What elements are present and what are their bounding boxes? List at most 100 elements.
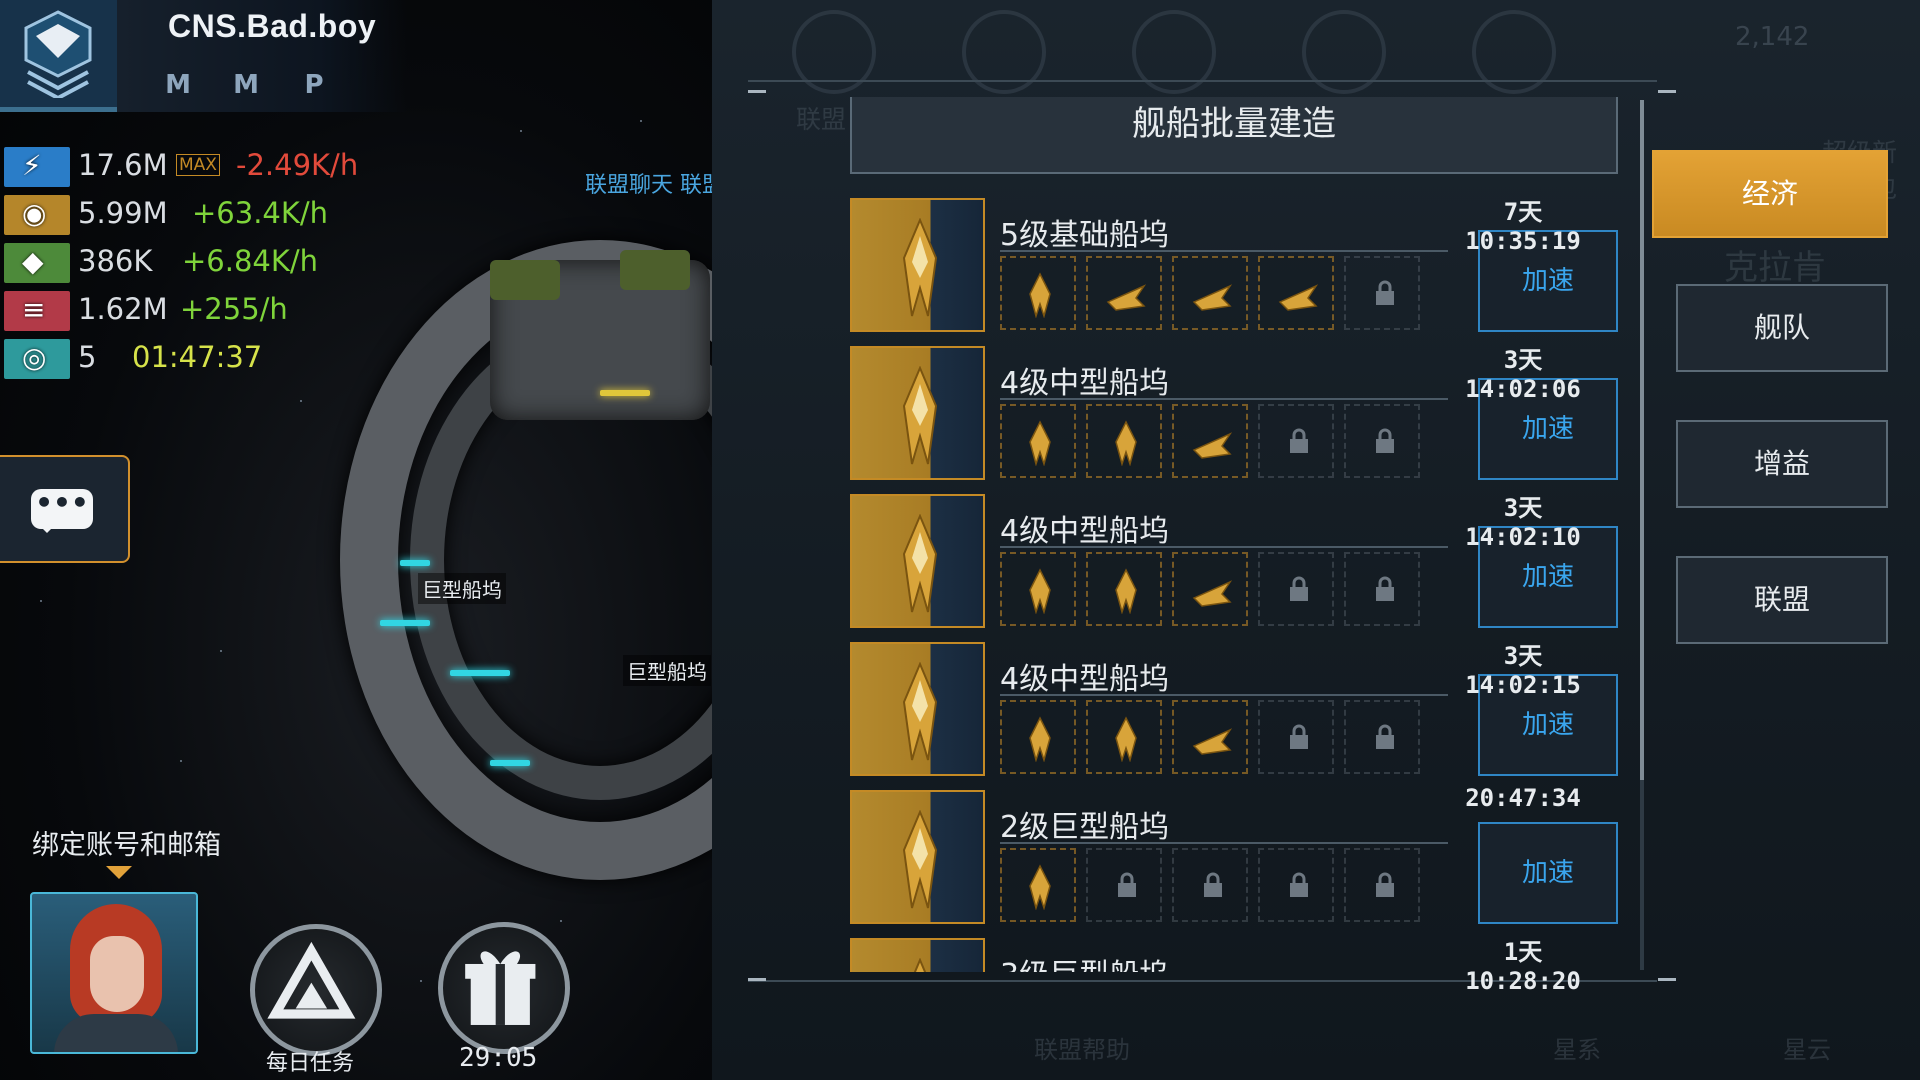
- rank-m-icon[interactable]: M: [226, 66, 266, 104]
- build-slot[interactable]: [1172, 404, 1248, 478]
- tab-alliance[interactable]: 联盟: [1676, 556, 1888, 644]
- commander-avatar[interactable]: [30, 892, 198, 1054]
- locked-slot[interactable]: [1344, 552, 1420, 626]
- shipyard-name: 5级基础船坞: [1000, 218, 1170, 253]
- locked-slot[interactable]: [1344, 700, 1420, 774]
- ship-icon: [890, 217, 950, 318]
- build-slot[interactable]: [1000, 256, 1076, 330]
- locked-slot[interactable]: [1344, 848, 1420, 922]
- resource-scan[interactable]: ◎ 5 01:47:37: [0, 336, 420, 380]
- build-slot[interactable]: [1086, 404, 1162, 478]
- cruiser-ship-icon: [1192, 716, 1233, 762]
- cruiser-ship-icon: [1106, 272, 1147, 318]
- shipyard-image[interactable]: [850, 494, 985, 628]
- energy-icon: ⚡: [4, 147, 70, 187]
- lock-icon: [1288, 576, 1310, 602]
- locked-slot[interactable]: [1172, 848, 1248, 922]
- ship-icon: [890, 365, 950, 466]
- shipyard-name: 2级巨型船坞: [1000, 810, 1170, 845]
- ship-icon: [890, 809, 950, 910]
- fighter-ship-icon: [1020, 568, 1060, 615]
- daily-task-label: 每日任务: [266, 1051, 355, 1076]
- daily-task-button[interactable]: [250, 924, 382, 1056]
- tab-fleet[interactable]: 舰队: [1676, 284, 1888, 372]
- chat-button[interactable]: •••: [0, 455, 130, 563]
- build-slot[interactable]: [1000, 848, 1076, 922]
- fighter-ship-icon: [1106, 716, 1146, 763]
- build-slot[interactable]: [1000, 404, 1076, 478]
- locked-slot[interactable]: [1258, 700, 1334, 774]
- ship-icon: [890, 513, 950, 614]
- build-slot[interactable]: [1086, 700, 1162, 774]
- lock-icon: [1374, 724, 1396, 750]
- giant-dock-label[interactable]: 巨型船坞: [623, 655, 711, 686]
- list-scrollbar[interactable]: [1640, 100, 1644, 970]
- shipyard-name: 3级巨型船坞: [1000, 950, 1169, 972]
- fighter-ship-icon: [1020, 272, 1060, 319]
- divider: [1000, 842, 1448, 844]
- build-slot[interactable]: [1086, 256, 1162, 330]
- rank-p-icon[interactable]: P: [294, 66, 334, 104]
- tab-buff[interactable]: 增益: [1676, 420, 1888, 508]
- bg-label: 星云: [1783, 1036, 1831, 1064]
- background-counter: 2,142: [1735, 22, 1810, 52]
- build-slot[interactable]: [1000, 552, 1076, 626]
- bg-label: 联盟帮助: [1034, 1036, 1130, 1064]
- lock-icon: [1374, 428, 1396, 454]
- gift-button[interactable]: [438, 922, 570, 1054]
- build-timer: 20:47:34: [1465, 784, 1581, 812]
- lock-icon: [1288, 428, 1310, 454]
- game-screen: 联盟聊天 联盟消息:big hummer开启了困难任务，立即前往参与吧！ 巨型船…: [0, 0, 1920, 1080]
- lock-icon: [1288, 724, 1310, 750]
- build-timer: 1天10:28:20: [1465, 938, 1581, 995]
- shipyard-image[interactable]: [850, 346, 985, 480]
- crystal-icon: ◆: [4, 243, 70, 283]
- ore-icon: ◉: [4, 195, 70, 235]
- locked-slot[interactable]: [1258, 552, 1334, 626]
- build-slot[interactable]: [1086, 552, 1162, 626]
- build-slot[interactable]: [1258, 256, 1334, 330]
- resource-energy[interactable]: ⚡ 17.6M MAX -2.49K/h: [0, 144, 420, 188]
- build-slot[interactable]: [1172, 256, 1248, 330]
- fighter-ship-icon: [1020, 420, 1060, 467]
- locked-slot[interactable]: [1344, 256, 1420, 330]
- shipyard-image[interactable]: [850, 938, 985, 972]
- build-timer: 3天14:02:15: [1465, 642, 1581, 699]
- divider: [1000, 250, 1448, 252]
- shipyard-image[interactable]: [850, 642, 985, 776]
- build-slot[interactable]: [1000, 700, 1076, 774]
- speed-up-button[interactable]: 加速: [1478, 822, 1618, 924]
- tab-economy[interactable]: 经济: [1652, 150, 1888, 238]
- locked-slot[interactable]: [1086, 848, 1162, 922]
- resource-credits[interactable]: ≡ 1.62M +255/h: [0, 288, 420, 332]
- shield-emblem-icon: [24, 10, 92, 98]
- locked-slot[interactable]: [1344, 404, 1420, 478]
- alliance-emblem[interactable]: [0, 0, 117, 112]
- max-badge: MAX: [176, 154, 220, 176]
- bind-account-label[interactable]: 绑定账号和邮箱: [32, 823, 221, 862]
- gift-icon: [465, 951, 536, 1025]
- player-name[interactable]: CNS.Bad.boy: [168, 8, 376, 45]
- fighter-ship-icon: [1020, 864, 1060, 911]
- shipyard-image[interactable]: [850, 790, 985, 924]
- lock-icon: [1374, 872, 1396, 898]
- cruiser-ship-icon: [1192, 272, 1233, 318]
- resource-crystal[interactable]: ◆ 386K +6.84K/h: [0, 240, 420, 284]
- build-timer: 3天14:02:06: [1465, 346, 1581, 403]
- arrow-down-icon: [106, 866, 132, 879]
- build-timer: 3天14:02:10: [1465, 494, 1581, 551]
- shipyard-image[interactable]: [850, 198, 985, 332]
- giant-dock-label[interactable]: 巨型船坞: [418, 573, 506, 604]
- locked-slot[interactable]: [1258, 404, 1334, 478]
- shipyard-name: 4级中型船坞: [1000, 366, 1170, 401]
- credits-icon: ≡: [4, 291, 70, 331]
- gift-timer: 29:05: [459, 1043, 538, 1073]
- rank-m-icon[interactable]: M: [158, 66, 198, 104]
- locked-slot[interactable]: [1258, 848, 1334, 922]
- lock-icon: [1288, 872, 1310, 898]
- resource-ore[interactable]: ◉ 5.99M +63.4K/h: [0, 192, 420, 236]
- build-slot[interactable]: [1172, 552, 1248, 626]
- panel-title: 舰船批量建造: [1132, 104, 1336, 144]
- fighter-ship-icon: [1106, 420, 1146, 467]
- build-slot[interactable]: [1172, 700, 1248, 774]
